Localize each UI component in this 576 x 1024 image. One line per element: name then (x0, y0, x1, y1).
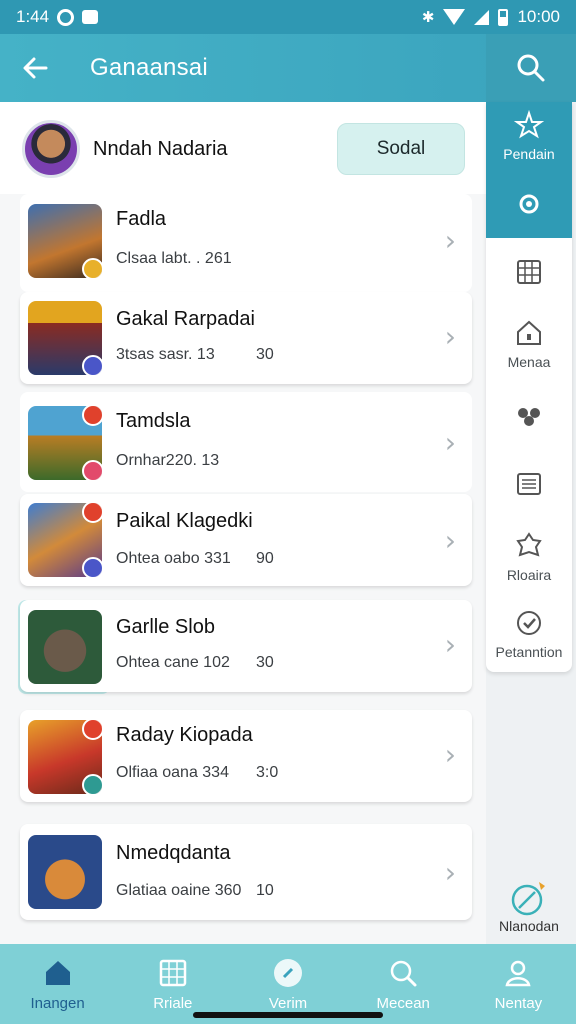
game-rating: 30 (256, 654, 274, 671)
gear-icon (519, 194, 539, 214)
game-rating: 3:0 (256, 764, 279, 781)
game-title: Raday Kiopada (116, 724, 253, 746)
rail-item-settings[interactable] (486, 170, 572, 238)
profile-action-button[interactable]: Sodal (337, 123, 465, 175)
flower-icon (518, 408, 540, 426)
game-meta: Ohtea oabo 331 (116, 550, 231, 567)
list-item[interactable]: Nmedqdanta Glatiaa oaine 360 10 › (20, 824, 472, 920)
list-icon (517, 473, 541, 495)
game-title: Fadla (116, 208, 167, 230)
bluetooth-icon: ✱ (421, 8, 435, 26)
game-thumbnail (28, 503, 102, 577)
profile-header: Nndah Nadaria Sodal (0, 102, 486, 194)
avatar[interactable] (22, 120, 80, 178)
chevron-right-icon: › (444, 426, 456, 459)
home-icon (517, 320, 541, 345)
game-thumbnail (28, 204, 102, 278)
nav-label: Mecean (376, 994, 430, 1012)
page-title: Ganaansai (90, 54, 208, 81)
game-title: Garlle Slob (116, 616, 215, 638)
chevron-right-icon: › (444, 856, 456, 889)
status-bar: 1:44 ✱ 10:00 (0, 0, 576, 34)
nav-label: Inangen (30, 994, 85, 1012)
compass-edit-icon (511, 882, 545, 916)
nav-label: Verim (268, 994, 308, 1012)
list-item[interactable]: Gakal Rarpadai 3tsas sasr. 13 30 › (20, 292, 472, 384)
game-title: Paikal Klagedki (116, 510, 253, 532)
nav-label: Nentay (494, 994, 543, 1012)
home-indicator[interactable] (193, 1012, 383, 1018)
person-icon (505, 960, 531, 986)
rail-item-grid[interactable] (486, 238, 572, 306)
back-button[interactable] (0, 34, 70, 102)
rail-item-pendain[interactable]: Pendain (486, 102, 572, 170)
check-circle-icon (517, 611, 541, 635)
notification-icon (57, 8, 75, 26)
rail-item-nlanodan[interactable]: Nlanodan (486, 878, 572, 944)
compass-icon (274, 958, 302, 987)
chevron-right-icon: › (444, 628, 456, 661)
badge-icon (516, 532, 542, 557)
game-rating: 30 (256, 346, 274, 363)
app-bar: Ganaansai (0, 34, 576, 102)
search-button[interactable] (486, 34, 576, 102)
game-meta: Clsaa labt. . 261 (116, 250, 232, 267)
chevron-right-icon: › (444, 320, 456, 353)
game-title: Nmedqdanta (116, 842, 231, 864)
game-meta: Ohtea cane 102 (116, 654, 230, 671)
nav-label: Rriale (153, 994, 193, 1012)
search-icon (390, 960, 417, 986)
nav-item-nentay[interactable]: Nentay (461, 944, 576, 1024)
rail-label: Petanntion (495, 644, 563, 660)
game-thumbnail (28, 835, 102, 909)
game-rating: 90 (256, 550, 274, 567)
chevron-right-icon: › (444, 738, 456, 771)
rail-label: Pendain (503, 146, 555, 162)
game-meta: Glatiaa oaine 360 (116, 882, 242, 899)
game-thumbnail (28, 406, 102, 480)
back-arrow-icon (23, 57, 48, 79)
battery-icon (498, 8, 509, 26)
rail-item-rloaira[interactable]: Rloaira (486, 518, 572, 596)
grid-icon (159, 959, 187, 986)
list-item[interactable]: Fadla Clsaa labt. . 261 › (20, 194, 472, 292)
rail-label: Rloaira (506, 567, 552, 583)
game-list: Nndah Nadaria Sodal Fadla Clsaa labt. . … (0, 102, 486, 944)
wifi-icon (443, 9, 466, 25)
rail-label: Menaa (507, 354, 551, 370)
chevron-right-icon: › (444, 224, 456, 257)
rail-item-petanntion[interactable]: Petanntion (486, 596, 572, 672)
status-time-left: 1:44 (16, 7, 50, 26)
game-thumbnail (28, 610, 102, 684)
game-meta: Ornhar220. 13 (116, 452, 220, 469)
rail-bottom-label: Nlanodan (499, 918, 559, 934)
game-title: Gakal Rarpadai (116, 308, 255, 330)
status-time-right: 10:00 (517, 7, 560, 26)
list-item[interactable]: Tamdsla Ornhar220. 13 › (20, 392, 472, 492)
nav-item-inangen[interactable]: Inangen (0, 944, 115, 1024)
game-rating: 10 (256, 882, 274, 899)
rail-item-list[interactable] (486, 450, 572, 518)
rail-item-flower[interactable] (486, 382, 572, 450)
grid-icon (517, 260, 541, 284)
game-meta: 3tsas sasr. 13 (116, 346, 215, 363)
game-thumbnail (28, 720, 102, 794)
list-item[interactable]: Garlle Slob Ohtea cane 102 30 › (20, 600, 472, 692)
profile-name: Nndah Nadaria (93, 138, 228, 160)
rail-item-menaa[interactable]: Menaa (486, 306, 572, 382)
list-item[interactable]: Paikal Klagedki Ohtea oabo 331 90 › (20, 494, 472, 586)
game-title: Tamdsla (116, 410, 191, 432)
signal-icon (474, 9, 490, 25)
list-item[interactable]: Raday Kiopada Olfiaa oana 334 3:0 › (20, 710, 472, 802)
star-icon (514, 110, 544, 139)
side-rail: Pendain Menaa Rloaira Petanntion Nlanoda… (486, 102, 576, 944)
game-meta: Olfiaa oana 334 (116, 764, 229, 781)
game-thumbnail (28, 301, 102, 375)
image-notification-icon (82, 10, 99, 24)
home-icon (45, 960, 70, 985)
chevron-right-icon: › (444, 524, 456, 557)
side-rail-panel: Pendain Menaa Rloaira Petanntion (486, 102, 572, 672)
search-icon (517, 54, 545, 82)
